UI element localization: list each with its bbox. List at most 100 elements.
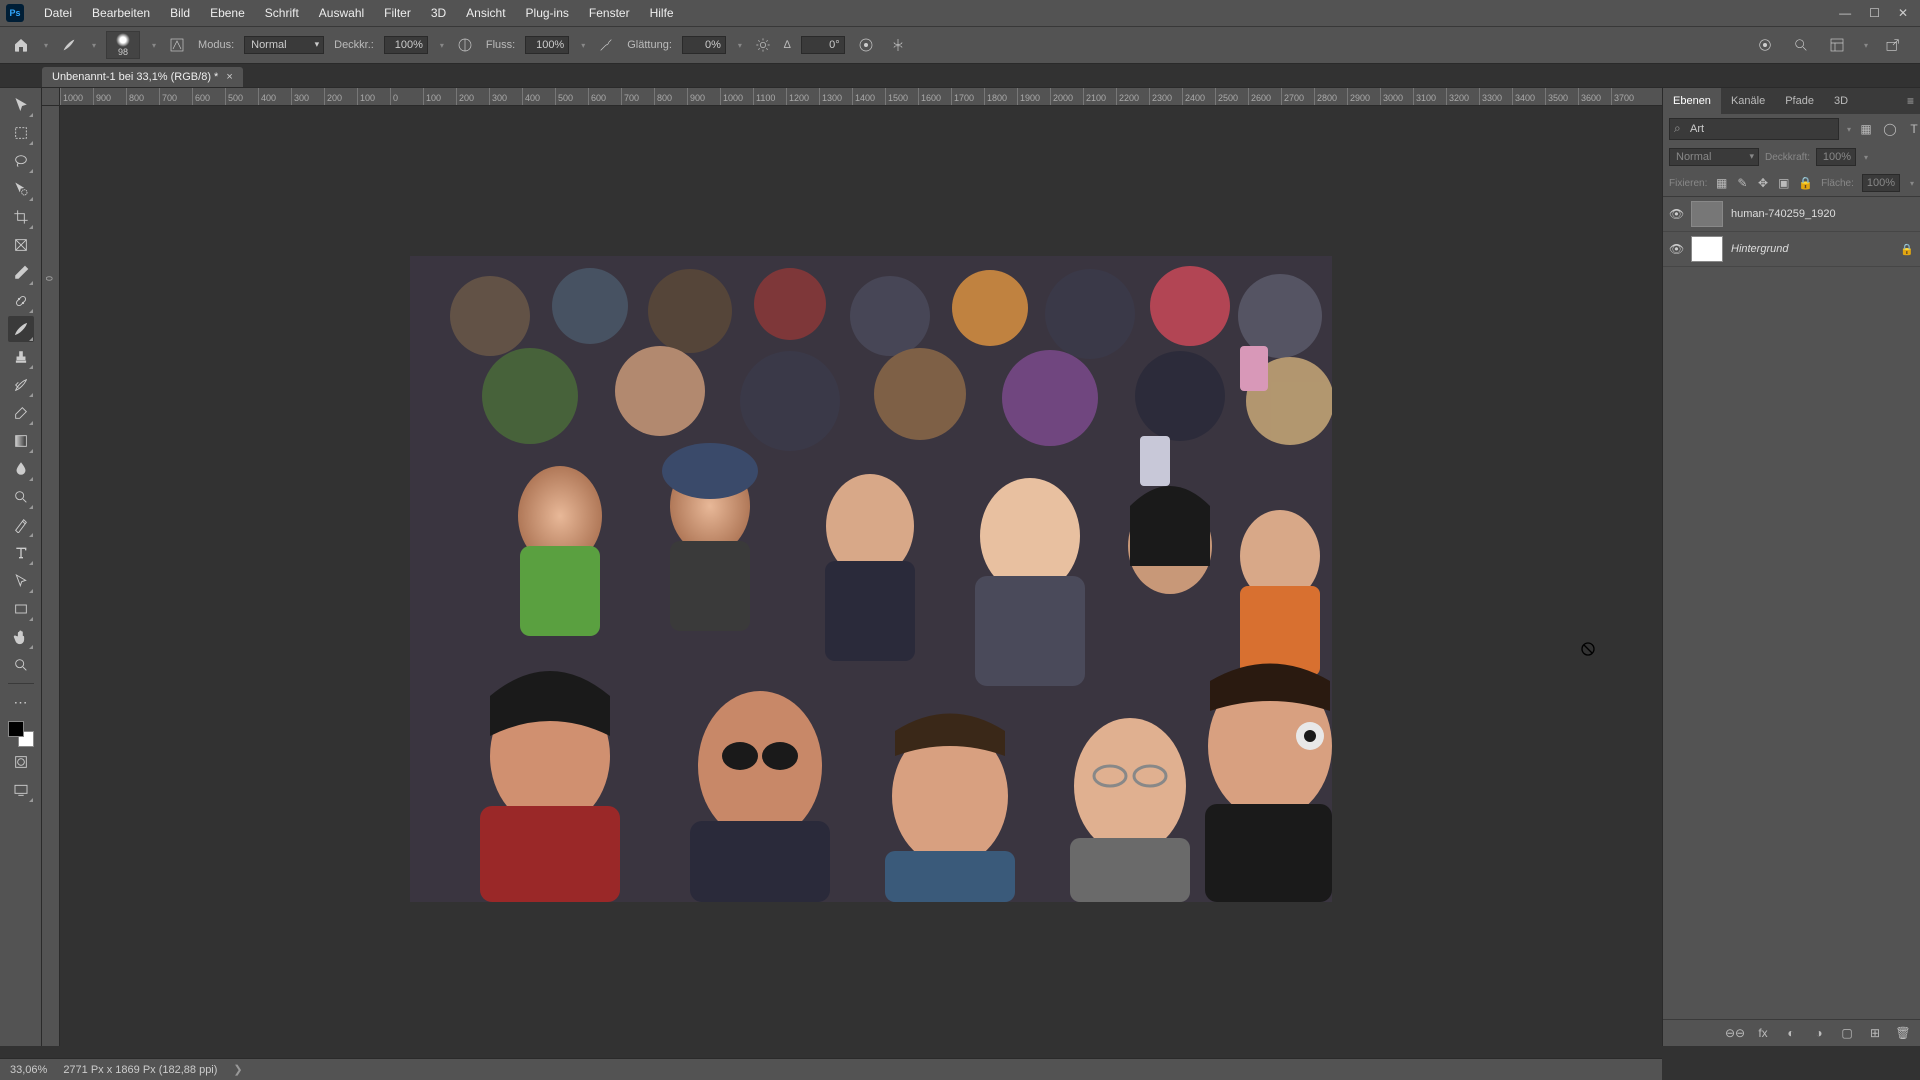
healing-tool[interactable] (8, 288, 34, 314)
window-close[interactable]: ✕ (1898, 6, 1908, 20)
pressure-size-icon[interactable] (855, 34, 877, 56)
layer-fx-icon[interactable]: fx (1754, 1024, 1772, 1042)
quick-select-tool[interactable] (8, 176, 34, 202)
adjustment-layer-icon[interactable]: ◑ (1810, 1024, 1828, 1042)
rectangle-tool[interactable] (8, 596, 34, 622)
layer-lock-icon[interactable]: 🔒 (1900, 243, 1914, 256)
zoom-tool[interactable] (8, 652, 34, 678)
layer-visibility-icon[interactable]: 👁 (1669, 207, 1683, 221)
lasso-tool[interactable] (8, 148, 34, 174)
layer-name[interactable]: human-740259_1920 (1731, 208, 1836, 220)
workspace-icon[interactable] (1826, 34, 1848, 56)
fg-color-swatch[interactable] (8, 721, 24, 737)
canvas[interactable] (60, 106, 1662, 1046)
home-caret[interactable]: ▾ (44, 41, 48, 50)
layer-mask-icon[interactable]: ◐ (1782, 1024, 1800, 1042)
layer-thumbnail[interactable] (1691, 201, 1723, 227)
history-brush-tool[interactable] (8, 372, 34, 398)
status-doc-info[interactable]: 2771 Px x 1869 Px (182,88 ppi) (63, 1064, 217, 1076)
symmetry-icon[interactable] (887, 34, 909, 56)
lock-pixels-icon[interactable]: ✎ (1736, 174, 1749, 192)
filter-type-icon[interactable]: T (1905, 120, 1920, 138)
deckkraft-input[interactable]: 100% (384, 36, 428, 54)
lock-transparent-icon[interactable]: ▦ (1715, 174, 1728, 192)
eraser-tool[interactable] (8, 400, 34, 426)
crop-tool[interactable] (8, 204, 34, 230)
airbrush-icon[interactable] (595, 34, 617, 56)
home-icon[interactable] (10, 34, 32, 56)
tab-kanaele[interactable]: Kanäle (1721, 88, 1775, 114)
pen-tool[interactable] (8, 512, 34, 538)
share-icon[interactable] (1882, 34, 1904, 56)
eyedropper-tool[interactable] (8, 260, 34, 286)
fluss-input[interactable]: 100% (525, 36, 569, 54)
blur-tool[interactable] (8, 456, 34, 482)
hand-tool[interactable] (8, 624, 34, 650)
fill-input[interactable]: 100% (1862, 174, 1900, 192)
status-zoom[interactable]: 33,06% (10, 1064, 47, 1076)
workspace-caret[interactable]: ▾ (1864, 41, 1868, 50)
opacity-caret[interactable]: ▾ (1864, 153, 1868, 162)
layer-row[interactable]: 👁 human-740259_1920 (1663, 197, 1920, 232)
layers-empty-area[interactable] (1663, 267, 1920, 1019)
blend-mode-dropdown[interactable]: Normal (1669, 148, 1759, 166)
new-layer-icon[interactable]: ⊞ (1866, 1024, 1884, 1042)
filter-adj-icon[interactable]: ◯ (1881, 120, 1899, 138)
delete-layer-icon[interactable]: 🗑 (1894, 1024, 1912, 1042)
link-layers-icon[interactable]: ⊖⊖ (1726, 1024, 1744, 1042)
fluss-caret[interactable]: ▾ (581, 41, 585, 50)
menu-bearbeiten[interactable]: Bearbeiten (82, 6, 160, 20)
lock-position-icon[interactable]: ✥ (1757, 174, 1770, 192)
layer-group-icon[interactable]: ▢ (1838, 1024, 1856, 1042)
menu-ebene[interactable]: Ebene (200, 6, 255, 20)
lock-all-icon[interactable]: 🔒 (1798, 174, 1813, 192)
cloud-icon[interactable] (1754, 34, 1776, 56)
menu-3d[interactable]: 3D (421, 6, 456, 20)
document-image[interactable] (410, 256, 1332, 902)
angle-input[interactable]: 0° (801, 36, 845, 54)
marquee-tool[interactable] (8, 120, 34, 146)
layer-row[interactable]: 👁 Hintergrund 🔒 (1663, 232, 1920, 267)
menu-ansicht[interactable]: Ansicht (456, 6, 515, 20)
menu-filter[interactable]: Filter (374, 6, 421, 20)
layer-filter-dropdown[interactable] (1669, 118, 1839, 140)
search-icon[interactable] (1790, 34, 1812, 56)
screenmode-tool[interactable] (8, 777, 34, 803)
brush-preview-caret[interactable]: ▾ (152, 41, 156, 50)
filter-caret[interactable]: ▾ (1847, 125, 1851, 134)
type-tool[interactable] (8, 540, 34, 566)
filter-image-icon[interactable]: ▦ (1857, 120, 1875, 138)
menu-schrift[interactable]: Schrift (255, 6, 309, 20)
status-arrow-icon[interactable]: ❯ (233, 1063, 242, 1076)
tab-3d[interactable]: 3D (1824, 88, 1858, 114)
panel-menu-icon[interactable]: ≡ (1901, 94, 1920, 108)
glaettung-input[interactable]: 0% (682, 36, 726, 54)
glaettung-caret[interactable]: ▾ (738, 41, 742, 50)
ruler-vertical[interactable]: 0 (42, 106, 60, 1046)
menu-plugins[interactable]: Plug-ins (516, 6, 579, 20)
menu-auswahl[interactable]: Auswahl (309, 6, 374, 20)
brush-panel-icon[interactable] (166, 34, 188, 56)
window-minimize[interactable]: — (1839, 6, 1851, 20)
lock-artboard-icon[interactable]: ▣ (1777, 174, 1790, 192)
brush-tool-icon[interactable] (58, 34, 80, 56)
move-tool[interactable] (8, 92, 34, 118)
tab-ebenen[interactable]: Ebenen (1663, 88, 1721, 114)
stamp-tool[interactable] (8, 344, 34, 370)
menu-datei[interactable]: Datei (34, 6, 82, 20)
pressure-opacity-icon[interactable] (454, 34, 476, 56)
frame-tool[interactable] (8, 232, 34, 258)
quickmask-tool[interactable] (8, 749, 34, 775)
menu-bild[interactable]: Bild (160, 6, 200, 20)
brush-tool[interactable] (8, 316, 34, 342)
edit-toolbar[interactable]: ⋯ (8, 689, 34, 715)
doc-tab-close-icon[interactable]: × (226, 71, 232, 83)
tab-pfade[interactable]: Pfade (1775, 88, 1824, 114)
menu-hilfe[interactable]: Hilfe (640, 6, 684, 20)
modus-dropdown[interactable]: Normal (244, 36, 324, 54)
layer-thumbnail[interactable] (1691, 236, 1723, 262)
brush-preview[interactable]: 98 (106, 31, 140, 59)
deckkraft-caret[interactable]: ▾ (440, 41, 444, 50)
path-select-tool[interactable] (8, 568, 34, 594)
gradient-tool[interactable] (8, 428, 34, 454)
